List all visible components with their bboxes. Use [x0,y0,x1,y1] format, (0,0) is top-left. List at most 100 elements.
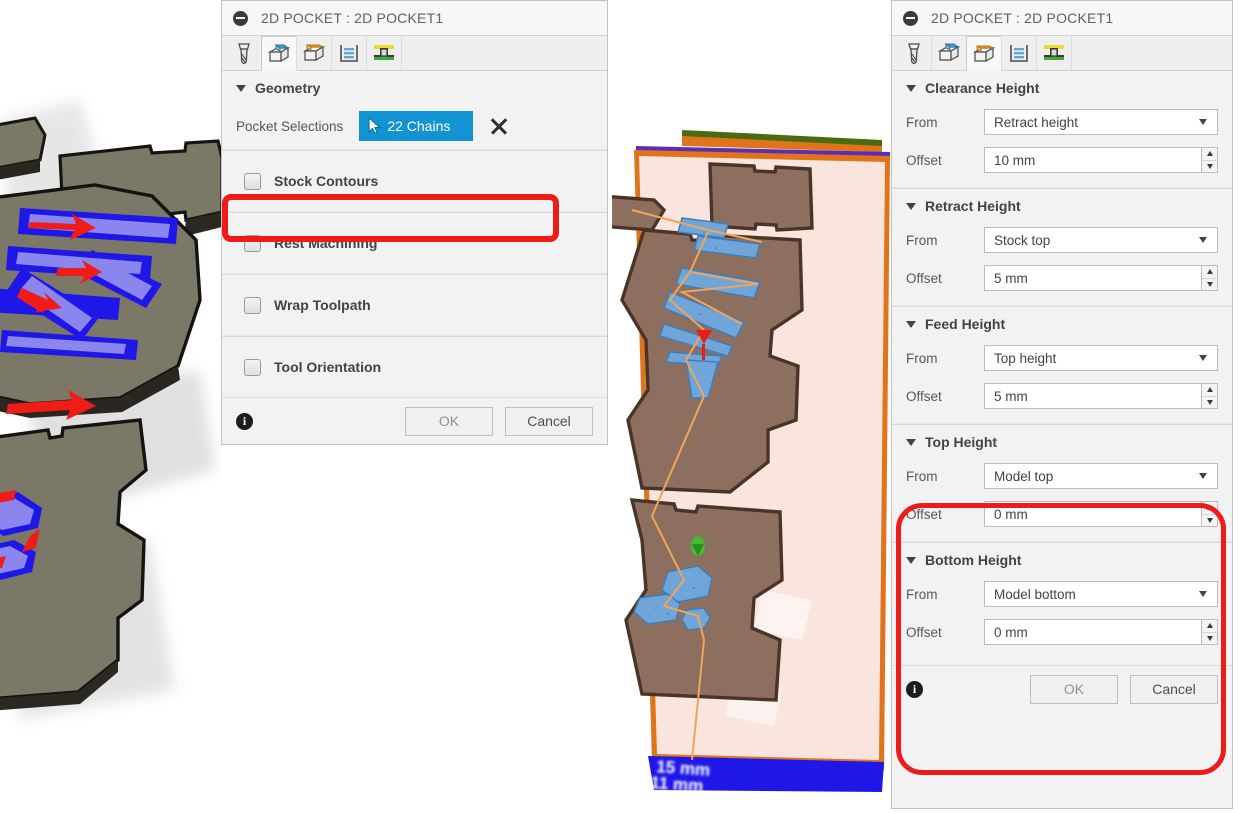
top-height-title: Top Height [925,434,998,450]
info-icon[interactable]: i [906,680,923,698]
passes-tab[interactable] [331,36,367,70]
spinner-buttons[interactable] [1201,383,1218,409]
option-tool-orientation[interactable]: Tool Orientation [222,337,607,397]
chevron-down-icon [1199,473,1207,479]
spinner-buttons[interactable] [1201,619,1218,645]
collapse-minus-icon[interactable] [903,10,918,26]
caret-down-icon[interactable] [906,84,916,92]
spinner-down-button[interactable] [1202,513,1217,527]
linking-tab[interactable] [1036,36,1072,70]
caret-down-icon[interactable] [906,438,916,446]
feed-offset-row: Offset 5 mm [892,377,1232,415]
close-x-icon[interactable] [489,116,509,136]
feed-height-title: Feed Height [925,316,1006,332]
linking-tab[interactable] [366,36,402,70]
clearance-from-dropdown[interactable]: Retract height [984,109,1218,135]
spinner-up-button[interactable] [1202,266,1217,278]
top-height-section-header[interactable]: Top Height [892,425,1232,457]
heights-tab[interactable] [966,36,1002,71]
tool-tab[interactable] [896,36,932,70]
cancel-button[interactable]: Cancel [505,406,593,436]
clearance-offset-row: Offset 10 mm [892,141,1232,179]
spinner-down-button[interactable] [1202,631,1217,645]
caret-down-icon[interactable] [906,202,916,210]
feed-from-dropdown[interactable]: Top height [984,345,1218,371]
retract-offset-value[interactable]: 5 mm [984,265,1201,291]
feed-from-row: From Top height [892,339,1232,377]
chains-selection-button[interactable]: 22 Chains [359,111,474,141]
top-from-dropdown[interactable]: Model top [984,463,1218,489]
bottom-from-dropdown[interactable]: Model bottom [984,581,1218,607]
spinner-up-button[interactable] [1202,384,1217,396]
geometry-tab[interactable] [931,36,967,70]
rest-machining-label: Rest Machining [274,235,378,251]
spinner-buttons[interactable] [1201,265,1218,291]
ok-button[interactable]: OK [1030,674,1118,704]
option-wrap-toolpath[interactable]: Wrap Toolpath [222,275,607,335]
retract-from-dropdown[interactable]: Stock top [984,227,1218,253]
bottom-offset-stepper[interactable]: 0 mm [984,619,1218,645]
stock-contours-label: Stock Contours [274,173,379,189]
screenshot-stage: 15 mm 11 mm 2D POCKET: 2D POCKET1 Geome… [0,0,1240,813]
bottom-height-section-header[interactable]: Bottom Height [892,543,1232,575]
stock-simulation-viewport[interactable]: 15 mm 11 mm [612,0,892,813]
spinner-buttons[interactable] [1201,501,1218,527]
dialog-titlebar[interactable]: 2D POCKET : 2D POCKET1 [892,1,1232,36]
ok-button[interactable]: OK [405,406,493,436]
spinner-up-button[interactable] [1202,148,1217,160]
clearance-offset-value[interactable]: 10 mm [984,147,1201,173]
heights-tab[interactable] [296,36,332,70]
info-icon[interactable]: i [236,412,253,430]
top-from-row: From Model top [892,457,1232,495]
geometry-tab[interactable] [261,36,297,71]
feed-height-section-header[interactable]: Feed Height [892,307,1232,339]
stock-contours-checkbox[interactable] [244,172,261,190]
tool-tab[interactable] [226,36,262,70]
spinner-up-button[interactable] [1202,502,1217,514]
spinner-down-button[interactable] [1202,277,1217,291]
offset-label: Offset [906,506,942,522]
feed-offset-stepper[interactable]: 5 mm [984,383,1218,409]
rest-machining-checkbox[interactable] [244,234,261,252]
chevron-down-icon [1199,237,1207,243]
spinner-down-button[interactable] [1202,159,1217,173]
spinner-up-button[interactable] [1202,620,1217,632]
left-dialog-footer: i OK Cancel [222,397,607,444]
clearance-offset-stepper[interactable]: 10 mm [984,147,1218,173]
clearance-height-section-header[interactable]: Clearance Height [892,71,1232,103]
tool-orientation-checkbox[interactable] [244,358,261,376]
option-rest-machining[interactable]: Rest Machining [222,213,607,273]
caret-down-icon[interactable] [906,556,916,564]
collapse-minus-icon[interactable] [233,10,248,26]
from-label: From [906,114,938,130]
spinner-buttons[interactable] [1201,147,1218,173]
clearance-from-row: From Retract height [892,103,1232,141]
from-label: From [906,232,938,248]
left-dialog-body: Geometry Pocket Selections 22 Chains Sto… [222,71,607,444]
bottom-offset-row: Offset 0 mm [892,613,1232,651]
from-label: From [906,468,938,484]
top-from-value: Model top [994,468,1054,484]
feed-offset-value[interactable]: 5 mm [984,383,1201,409]
retract-from-value: Stock top [994,232,1051,248]
cancel-button[interactable]: Cancel [1130,674,1218,704]
top-offset-value[interactable]: 0 mm [984,501,1201,527]
passes-tab[interactable] [1001,36,1037,70]
dimension-label-11mm: 11 mm [650,773,704,796]
clearance-height-title: Clearance Height [925,80,1040,96]
spinner-down-button[interactable] [1202,395,1217,409]
dialog-title: 2D POCKET : 2D POCKET1 [931,10,1114,26]
dialog-titlebar[interactable]: 2D POCKET : 2D POCKET1 [222,1,607,36]
caret-down-icon[interactable] [236,84,246,92]
geometry-section-header[interactable]: Geometry [222,71,607,103]
caret-down-icon[interactable] [906,320,916,328]
cam-toolpath-viewport[interactable] [0,0,222,813]
top-offset-stepper[interactable]: 0 mm [984,501,1218,527]
retract-from-row: From Stock top [892,221,1232,259]
wrap-toolpath-checkbox[interactable] [244,296,261,314]
option-stock-contours[interactable]: Stock Contours [222,151,607,211]
bottom-offset-value[interactable]: 0 mm [984,619,1201,645]
retract-offset-stepper[interactable]: 5 mm [984,265,1218,291]
offset-label: Offset [906,270,942,286]
retract-height-section-header[interactable]: Retract Height [892,189,1232,221]
